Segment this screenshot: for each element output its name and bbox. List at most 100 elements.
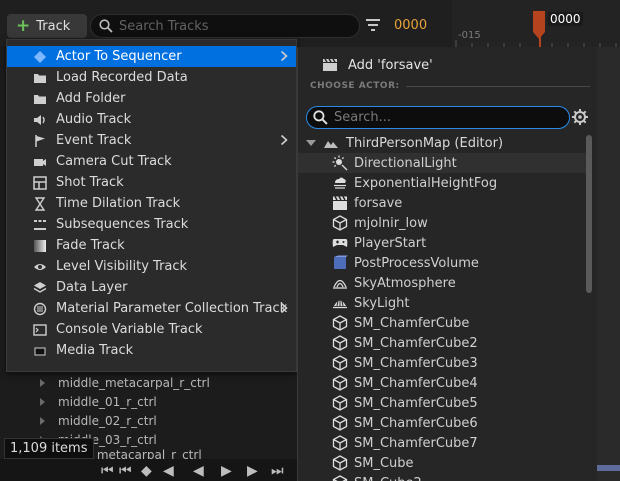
tree-row[interactable]: middle_01_r_ctrl (40, 392, 157, 411)
static-mesh-icon (332, 435, 354, 451)
menu-item-level-visibility-track[interactable]: Level Visibility Track (7, 256, 296, 277)
add-track-menu: Actor To Sequencer Load Recorded Data Add … (6, 39, 297, 372)
jump-to-start-icon[interactable]: ⏮ (101, 464, 114, 478)
static-mesh-icon (332, 355, 354, 371)
shot-icon (33, 176, 47, 190)
playhead-frame-label: 0000 (548, 12, 583, 26)
world-root-row[interactable]: ThirdPersonMap (Editor) (306, 133, 503, 153)
menu-item-media-track[interactable]: Media Track (7, 340, 296, 361)
level-icon (324, 141, 338, 148)
actor-row[interactable]: SM_ChamferCube7 (298, 433, 588, 453)
actor-row[interactable]: SkyLight (298, 293, 588, 313)
menu-item-add-folder[interactable]: Add Folder (7, 88, 296, 109)
submenu-arrow-icon (280, 50, 288, 62)
actor-row[interactable]: SM_ChamferCube4 (298, 373, 588, 393)
actor-label: SM_Cube (354, 455, 414, 471)
menu-item-label: Camera Cut Track (56, 154, 172, 169)
menu-item-label: Shot Track (56, 175, 124, 190)
filter-icon[interactable] (364, 16, 382, 34)
tree-row-label: middle_02_r_ctrl (58, 413, 157, 428)
menu-item-material-parameter-collection-track[interactable]: Material Parameter Collection Track (7, 298, 296, 319)
expand-arrow-icon[interactable] (40, 378, 45, 387)
actor-row[interactable]: SM_ChamferCube6 (298, 413, 588, 433)
actor-row[interactable]: PostProcessVolume (298, 253, 588, 273)
step-back-key-icon[interactable]: ⏮ (119, 464, 132, 478)
gear-icon[interactable] (571, 108, 589, 126)
tree-row-label: middle_01_r_ctrl (58, 394, 157, 409)
sky-atmosphere-icon (332, 275, 354, 291)
actor-row[interactable]: SM_ChamferCube5 (298, 393, 588, 413)
menu-item-time-dilation-track[interactable]: Time Dilation Track (7, 193, 296, 214)
actor-label: SM_ChamferCube7 (354, 435, 478, 451)
menu-item-shot-track[interactable]: Shot Track (7, 172, 296, 193)
prev-keyframe-icon[interactable]: ◆ (141, 464, 152, 478)
clapperboard-icon (323, 58, 337, 71)
folder-icon (33, 92, 47, 106)
menu-item-label: Console Variable Track (56, 322, 203, 337)
subsequence-icon (33, 218, 47, 232)
actor-search-input[interactable] (334, 110, 559, 125)
actor-row[interactable]: forsave (298, 193, 588, 213)
actor-label: SM_ChamferCube5 (354, 395, 478, 411)
menu-item-event-track[interactable]: Event Track (7, 130, 296, 151)
submenu-arrow-icon (280, 134, 288, 146)
actor-list-scrollbar[interactable] (586, 135, 592, 293)
menu-item-label: Data Layer (56, 280, 128, 295)
actor-row[interactable]: mjolnir_low (298, 213, 588, 233)
tree-row[interactable]: middle_metacarpal_r_ctrl (40, 373, 210, 392)
world-root-label: ThirdPersonMap (Editor) (346, 135, 504, 151)
next-keyframe-icon[interactable]: ⏭ (271, 464, 284, 478)
gamepad-icon (332, 235, 354, 251)
search-tracks-input[interactable] (119, 18, 349, 34)
static-mesh-icon (332, 475, 354, 481)
add-selected-actor-item[interactable]: Add 'forsave' (322, 55, 433, 75)
menu-item-load-recorded-data[interactable]: Load Recorded Data (7, 67, 296, 88)
volume-icon (332, 255, 354, 271)
step-back-frame-icon[interactable]: ◀ (163, 464, 174, 478)
menu-item-actor-to-sequencer[interactable]: Actor To Sequencer (7, 46, 296, 67)
actor-row[interactable]: DirectionalLight (298, 153, 588, 173)
menu-item-camera-cut-track[interactable]: Camera Cut Track (7, 151, 296, 172)
submenu-arrow-icon (280, 302, 288, 314)
menu-item-label: Material Parameter Collection Track (56, 301, 288, 316)
expand-arrow-icon[interactable] (40, 416, 45, 425)
add-track-button[interactable]: + Track (7, 14, 87, 38)
menu-item-data-layer[interactable]: Data Layer (7, 277, 296, 298)
play-icon[interactable]: ▶ (221, 464, 232, 478)
actor-row[interactable]: SM_ChamferCube2 (298, 333, 588, 353)
menu-item-console-variable-track[interactable]: Console Variable Track (7, 319, 296, 340)
actor-row[interactable]: SM_Cube2 (298, 473, 588, 481)
static-mesh-icon (332, 415, 354, 431)
actor-label: forsave (354, 195, 403, 211)
actor-row[interactable]: PlayerStart (298, 233, 588, 253)
current-frame-display[interactable]: 0000 (394, 18, 427, 33)
menu-item-label: Event Track (56, 133, 132, 148)
menu-item-subsequences-track[interactable]: Subsequences Track (7, 214, 296, 235)
search-tracks-box[interactable] (90, 14, 360, 38)
clapperboard-icon (332, 195, 354, 211)
eye-icon (33, 260, 47, 274)
camera-cut-icon (33, 155, 47, 169)
menu-item-label: Level Visibility Track (56, 259, 188, 274)
actor-row[interactable]: SM_ChamferCube3 (298, 353, 588, 373)
media-icon (33, 344, 47, 358)
actor-row[interactable]: SM_Cube (298, 453, 588, 473)
menu-item-fade-track[interactable]: Fade Track (7, 235, 296, 256)
actor-row[interactable]: SM_ChamferCube (298, 313, 588, 333)
actor-label: PlayerStart (354, 235, 427, 251)
menu-item-label: Media Track (56, 343, 134, 358)
actor-row[interactable]: ExponentialHeightFog (298, 173, 588, 193)
tree-row[interactable]: middle_02_r_ctrl (40, 411, 157, 430)
menu-item-label: Load Recorded Data (56, 70, 188, 85)
actor-search-box[interactable] (306, 106, 570, 129)
static-mesh-icon (332, 335, 354, 351)
expand-arrow-icon[interactable] (40, 397, 45, 406)
step-forward-frame-icon[interactable]: ▶ (247, 464, 258, 478)
menu-item-audio-track[interactable]: Audio Track (7, 109, 296, 130)
layers-icon (33, 281, 47, 295)
play-reverse-icon[interactable]: ◀ (193, 464, 204, 478)
actor-label: PostProcessVolume (354, 255, 479, 271)
actor-row[interactable]: SkyAtmosphere (298, 273, 588, 293)
collapse-arrow-icon[interactable] (306, 140, 316, 146)
actor-label: SkyAtmosphere (354, 275, 456, 291)
